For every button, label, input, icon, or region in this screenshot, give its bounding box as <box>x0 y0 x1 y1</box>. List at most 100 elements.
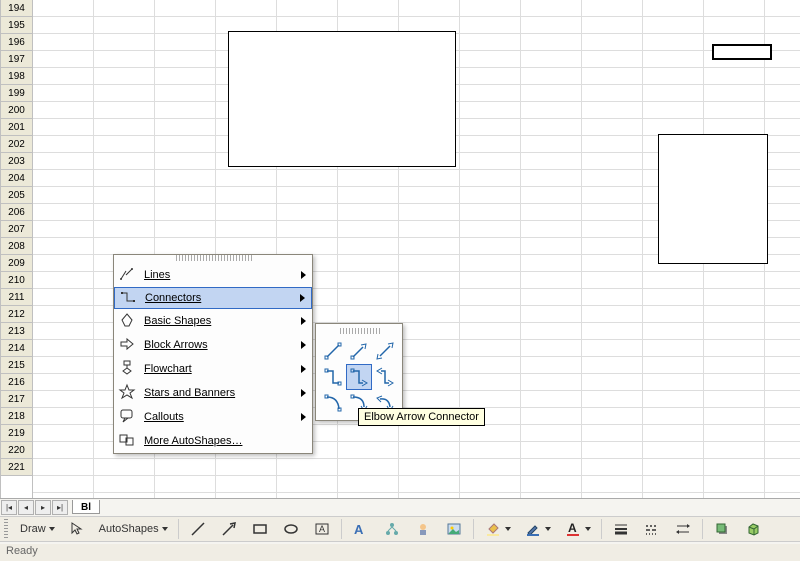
diagram-icon <box>383 520 401 538</box>
dropdown-caret-icon <box>162 527 168 531</box>
row-header[interactable]: 212 <box>1 306 32 323</box>
rectangle-shape[interactable] <box>658 134 768 264</box>
dash-style-button[interactable] <box>638 518 666 540</box>
row-header[interactable]: 221 <box>1 459 32 476</box>
select-objects-button[interactable] <box>63 518 91 540</box>
toolbar-separator <box>178 519 179 539</box>
row-header[interactable]: 205 <box>1 187 32 204</box>
oval-tool-button[interactable] <box>277 518 305 540</box>
line-tool-button[interactable] <box>184 518 212 540</box>
connector-curved[interactable] <box>320 390 346 416</box>
row-header[interactable]: 198 <box>1 68 32 85</box>
draw-menu-button[interactable]: Draw <box>15 518 60 540</box>
menu-grip[interactable] <box>174 255 252 261</box>
block-arrows-icon <box>118 335 136 356</box>
row-header[interactable]: 202 <box>1 136 32 153</box>
menu-item-lines[interactable]: Lines <box>114 263 312 287</box>
active-cell[interactable] <box>712 44 772 60</box>
row-header[interactable]: 208 <box>1 238 32 255</box>
connector-elbow[interactable] <box>320 364 346 390</box>
submenu-arrow-icon <box>301 317 306 325</box>
menu-grip[interactable] <box>338 328 380 334</box>
row-header[interactable]: 196 <box>1 34 32 51</box>
row-header[interactable]: 209 <box>1 255 32 272</box>
arrow-tool-button[interactable] <box>215 518 243 540</box>
submenu-arrow-icon <box>301 341 306 349</box>
wordart-icon: A <box>352 520 370 538</box>
row-header[interactable]: 194 <box>1 0 32 17</box>
draw-label: Draw <box>20 523 46 535</box>
connectors-palette <box>315 323 403 421</box>
row-header[interactable]: 219 <box>1 425 32 442</box>
connector-straight-double-arrow[interactable] <box>372 338 398 364</box>
dropdown-caret-icon <box>49 527 55 531</box>
line-color-button[interactable] <box>519 518 556 540</box>
toolbar-separator <box>702 519 703 539</box>
autoshapes-menu-button[interactable]: AutoShapes <box>94 518 173 540</box>
row-header[interactable]: 214 <box>1 340 32 357</box>
row-header[interactable]: 204 <box>1 170 32 187</box>
row-header[interactable]: 220 <box>1 442 32 459</box>
menu-item-flowchart[interactable]: Flowchart <box>114 357 312 381</box>
fill-color-button[interactable] <box>479 518 516 540</box>
menu-label: Basic Shapes <box>140 315 293 327</box>
row-header[interactable]: 200 <box>1 102 32 119</box>
tab-nav-next[interactable]: ▸ <box>35 500 51 515</box>
tooltip: Elbow Arrow Connector <box>358 408 485 426</box>
rectangle-shape[interactable] <box>228 31 456 167</box>
row-header[interactable]: 216 <box>1 374 32 391</box>
tab-nav-prev[interactable]: ◂ <box>18 500 34 515</box>
toolbar-grip[interactable] <box>4 519 8 539</box>
connector-straight[interactable] <box>320 338 346 364</box>
shadow-style-button[interactable] <box>708 518 736 540</box>
flowchart-icon <box>118 359 136 380</box>
row-header[interactable]: 213 <box>1 323 32 340</box>
diagram-button[interactable] <box>378 518 406 540</box>
menu-item-basic-shapes[interactable]: Basic Shapes <box>114 309 312 333</box>
tab-nav-last[interactable]: ▸| <box>52 500 68 515</box>
line-style-button[interactable] <box>607 518 635 540</box>
textbox-tool-button[interactable]: A <box>308 518 336 540</box>
menu-label: Lines <box>140 269 293 281</box>
row-header[interactable]: 201 <box>1 119 32 136</box>
sheet-tab[interactable]: Bl <box>72 500 100 514</box>
menu-item-block-arrows[interactable]: Block Arrows <box>114 333 312 357</box>
menu-item-callouts[interactable]: Callouts <box>114 405 312 429</box>
connector-elbow-double-arrow[interactable] <box>372 364 398 390</box>
row-header[interactable]: 211 <box>1 289 32 306</box>
menu-label: More AutoShapes… <box>140 435 306 447</box>
row-header[interactable]: 197 <box>1 51 32 68</box>
row-header[interactable]: 206 <box>1 204 32 221</box>
rectangle-icon <box>251 520 269 538</box>
rectangle-tool-button[interactable] <box>246 518 274 540</box>
row-header[interactable]: 217 <box>1 391 32 408</box>
dash-icon <box>643 520 661 538</box>
row-header[interactable]: 207 <box>1 221 32 238</box>
row-header[interactable]: 203 <box>1 153 32 170</box>
row-header[interactable]: 195 <box>1 17 32 34</box>
svg-text:A: A <box>319 524 325 534</box>
dropdown-caret-icon <box>585 527 591 531</box>
menu-item-more-autoshapes[interactable]: More AutoShapes… <box>114 429 312 453</box>
clipart-button[interactable] <box>409 518 437 540</box>
row-header[interactable]: 210 <box>1 272 32 289</box>
font-color-button[interactable]: A <box>559 518 596 540</box>
row-header[interactable]: 218 <box>1 408 32 425</box>
bucket-icon <box>484 520 502 538</box>
autoshapes-label: AutoShapes <box>99 523 159 535</box>
menu-item-connectors[interactable]: Connectors <box>114 287 312 309</box>
arrow-style-icon <box>674 520 692 538</box>
connector-straight-arrow[interactable] <box>346 338 372 364</box>
row-header[interactable]: 215 <box>1 357 32 374</box>
arrow-style-button[interactable] <box>669 518 697 540</box>
tab-nav-first[interactable]: |◂ <box>1 500 17 515</box>
3d-style-button[interactable] <box>739 518 767 540</box>
insert-picture-button[interactable] <box>440 518 468 540</box>
connectors-icon <box>119 288 137 309</box>
wordart-button[interactable]: A <box>347 518 375 540</box>
row-header[interactable]: 199 <box>1 85 32 102</box>
toolbar-separator <box>341 519 342 539</box>
connector-elbow-arrow[interactable] <box>346 364 372 390</box>
textbox-icon: A <box>313 520 331 538</box>
menu-item-stars-banners[interactable]: Stars and Banners <box>114 381 312 405</box>
